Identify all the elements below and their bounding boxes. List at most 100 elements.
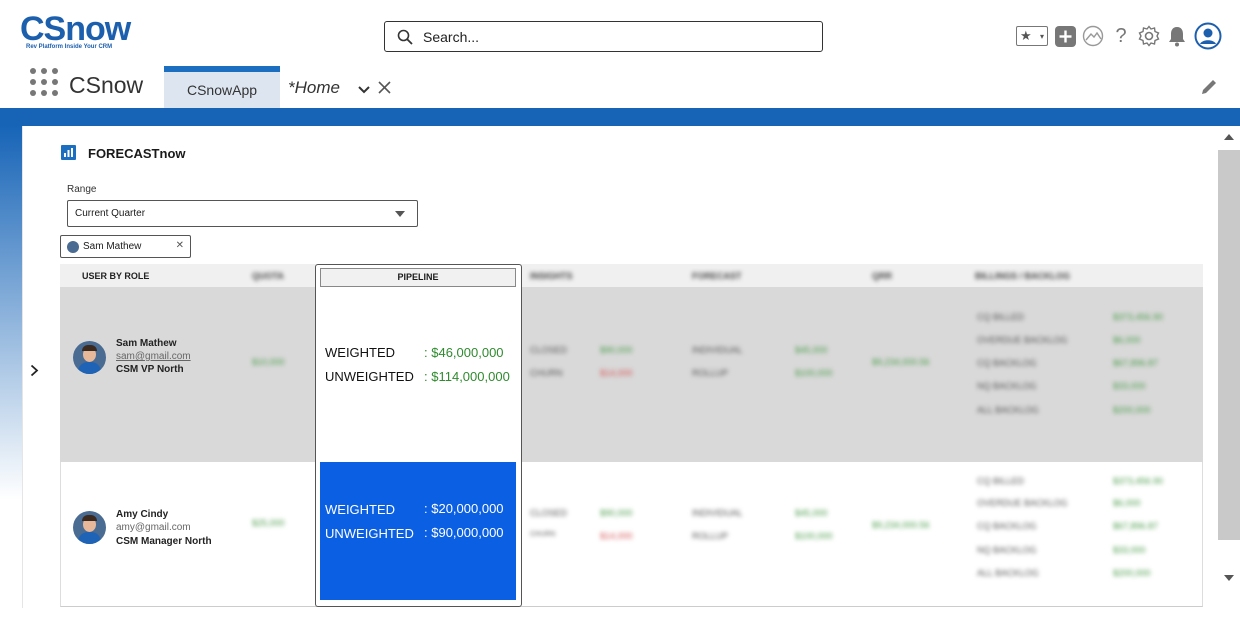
column-header-qrr[interactable]: QRR [872,271,892,281]
insight-value: $90,000 [600,345,633,355]
tab-menu-chevron-icon[interactable] [358,82,370,97]
left-gradient-edge [0,126,22,500]
billing-label: OVERDUE BACKLOG [977,498,1068,508]
pipeline-weighted-amount: $20,000,000 [431,501,504,516]
pencil-icon [1202,80,1216,94]
billing-value: $373,456.90 [1113,312,1164,322]
billing-label: OVERDUE BACKLOG [977,335,1068,345]
qrr-value: $9,234,000.56 [872,357,930,367]
column-header-user-by-role[interactable]: USER BY ROLE [82,271,149,281]
user-email[interactable]: amy@gmail.com [116,522,191,533]
user-avatar-icon [1194,22,1222,50]
qrr-value: $9,234,000.56 [872,520,930,530]
tab-csnowapp[interactable]: CSnowApp [164,66,280,108]
edit-nav-button[interactable] [1200,78,1218,101]
user-name[interactable]: Amy Cindy [116,509,168,520]
user-email[interactable]: sam@gmail.com [116,351,191,362]
range-select-value: Current Quarter [75,208,146,219]
trailhead-button[interactable] [1082,25,1104,47]
bell-icon [1169,27,1185,47]
app-launcher-dot [41,79,47,85]
forecast-chart-icon [61,145,76,160]
billing-value: $200,000 [1113,405,1151,415]
app-name: CSnow [69,72,144,98]
pipeline-unweighted-amount: $90,000,000 [431,525,504,540]
billing-label: CQ BACKLOG [977,521,1037,531]
avatar [73,341,106,374]
forecast-title: FORECASTnow [88,146,186,161]
range-select[interactable]: Current Quarter [67,200,418,227]
column-header-quota[interactable]: QUOTA [252,271,284,281]
remove-filter-icon[interactable]: ✕ [176,240,184,251]
app-launcher-dot [30,68,36,74]
avatar [73,511,106,544]
search-input[interactable] [423,28,803,45]
insight-value: $90,000 [600,508,633,518]
pipeline-selected-cell[interactable]: WEIGHTED : $20,000,000 UNWEIGHTED : $90,… [320,462,516,600]
help-button[interactable]: ? [1110,25,1132,47]
favorites-button[interactable]: ★ ▾ [1016,26,1048,46]
app-launcher-dot [30,90,36,96]
user-name[interactable]: Sam Mathew [116,338,177,349]
header-divider-band [0,108,1240,126]
plus-icon [1054,25,1076,47]
notifications-button[interactable] [1166,25,1188,47]
pipeline-unweighted-value[interactable]: : $90,000,000 [424,525,504,540]
expand-sidebar-button[interactable] [30,364,39,382]
pipeline-weighted-label: WEIGHTED [325,502,396,517]
dropdown-caret-icon [395,211,405,217]
pipeline-weighted-value[interactable]: : $20,000,000 [424,501,504,516]
pipeline-unweighted-label: UNWEIGHTED [325,369,414,384]
forecast-label: INDIVIDUAL [692,345,743,355]
gear-icon [1138,25,1160,47]
range-label: Range [67,184,97,195]
settings-button[interactable] [1138,25,1160,47]
scroll-up-icon[interactable] [1224,134,1234,140]
user-role: CSM VP North [116,364,184,375]
tab-home[interactable]: *Home [288,78,340,98]
pipeline-unweighted-label: UNWEIGHTED [325,526,414,541]
pipeline-weighted-value[interactable]: : $46,000,000 [424,345,504,360]
column-header-billings-backlog[interactable]: BILLINGS / BACKLOG [975,271,1070,281]
forecast-label: INDIVIDUAL [692,508,743,518]
pipeline-unweighted-value[interactable]: : $114,000,000 [424,369,510,384]
billing-value: $6,000 [1113,498,1141,508]
insight-label: CLOSED [530,508,568,518]
global-search[interactable] [384,21,823,52]
scrollbar-thumb[interactable] [1218,150,1240,540]
pipeline-weighted-label: WEIGHTED [325,345,396,360]
user-filter-chip[interactable]: Sam Mathew ✕ [60,235,191,258]
quota-value: $10,000 [252,357,285,367]
scroll-down-icon[interactable] [1224,575,1234,581]
forecast-value: $100,000 [795,368,833,378]
csnow-logo[interactable]: CSnow Rev Platform Inside Your CRM [20,12,131,50]
column-header-insights[interactable]: INSIGHTS [530,271,573,281]
tab-close-icon[interactable] [378,79,391,99]
table-header: USER BY ROLE QUOTA INSIGHTS FORECAST QRR… [60,264,1203,287]
star-icon: ★ [1020,28,1032,43]
billing-value: $6,000 [1113,335,1141,345]
column-header-pipeline[interactable]: PIPELINE [320,268,516,287]
user-profile-button[interactable] [1194,22,1222,50]
billing-value: $373,456.90 [1113,476,1164,486]
insight-label: CLOSED [530,345,568,355]
header-toolbar: ★ ▾ ? [1016,22,1222,50]
insight-label: CHURN [530,368,563,378]
forecast-value: $45,000 [795,508,828,518]
pipeline-column: PIPELINE WEIGHTED : $46,000,000 UNWEIGHT… [315,264,522,607]
app-launcher-button[interactable] [30,68,58,96]
pipeline-unweighted-amount: $114,000,000 [431,369,510,384]
billing-label: CQ BILLED [977,312,1025,322]
forecast-label: ROLLUP [692,531,729,541]
chevron-down-icon: ▾ [1039,31,1044,41]
billing-label: NQ BACKLOG [977,545,1037,555]
billing-value: $200,000 [1113,568,1151,578]
quota-value: $25,000 [252,518,285,528]
insight-value: $14,000 [600,531,633,541]
add-button[interactable] [1054,25,1076,47]
app-header: CSnow Rev Platform Inside Your CRM ★ ▾ ? [0,0,1240,108]
billing-label: ALL BACKLOG [977,405,1039,415]
column-header-forecast[interactable]: FORECAST [692,271,742,281]
billing-value: $67,896.87 [1113,521,1159,531]
app-launcher-dot [52,90,58,96]
